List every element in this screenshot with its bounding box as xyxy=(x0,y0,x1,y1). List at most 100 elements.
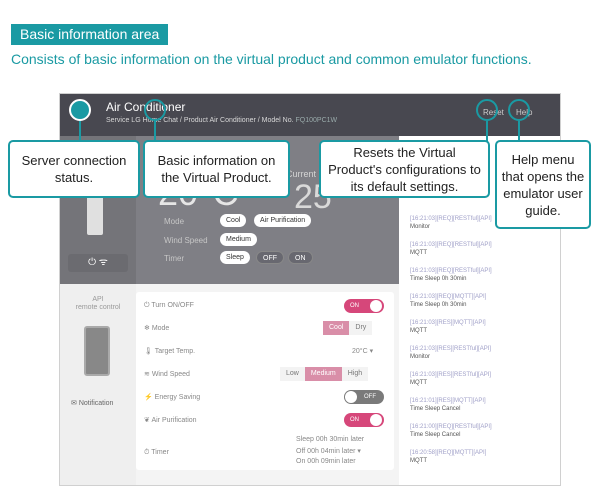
basic-connector xyxy=(154,121,156,141)
phone-remote-icon[interactable] xyxy=(84,326,110,376)
help-connector xyxy=(518,121,520,141)
wind-pill: Medium xyxy=(220,233,257,246)
turn-on-off-label: ⏻ Turn ON/OFF xyxy=(144,302,194,309)
server-connector xyxy=(79,121,81,141)
section-subtitle: Consists of basic information on the vir… xyxy=(11,51,532,67)
timer-off-row[interactable]: Off 00h 04min later ▾ xyxy=(296,447,361,455)
wind-speed-segment[interactable]: Low Medium High xyxy=(280,367,369,381)
air-purification-toggle[interactable]: ON xyxy=(344,413,384,427)
log-message: MQTT xyxy=(410,458,427,464)
timer-off-key: Off xyxy=(296,448,306,455)
log-message: Time Sleep Cancel xyxy=(410,432,461,438)
mode-row-text: Mode xyxy=(151,325,170,332)
air-purification-value: ON xyxy=(350,417,359,423)
wind-speed-row-text: Wind Speed xyxy=(151,371,190,378)
service-label: Service xyxy=(106,117,130,124)
log-message: MQTT xyxy=(410,380,427,386)
wind-option-low[interactable]: Low xyxy=(280,367,305,381)
product-info: Service LG Home Chat / Product Air Condi… xyxy=(106,117,338,124)
turn-on-off-text: Turn ON/OFF xyxy=(151,302,194,309)
target-temp-label: 🌡 Target Temp. xyxy=(144,348,196,355)
basic-callout: Basic information on the Virtual Product… xyxy=(143,140,290,198)
log-message: MQTT xyxy=(410,250,427,256)
turn-on-off-toggle[interactable]: ON xyxy=(344,299,384,313)
timer-row-text: Timer xyxy=(151,449,169,456)
log-timestamp: [16:21:03][REQ][RESTful][API] xyxy=(410,268,492,274)
log-entry: [16:21:03][RES][RESTful][API] MQTT xyxy=(410,371,550,387)
log-timestamp: [16:21:03][RES][RESTful][API] xyxy=(410,372,492,378)
reset-callout: Resets the Virtual Product's configurati… xyxy=(319,140,490,198)
log-timestamp: [16:21:03][REQ][RESTful][API] xyxy=(410,242,492,248)
toggle-knob xyxy=(370,300,382,312)
log-timestamp: [16:21:03][REQ][MQTT][API] xyxy=(410,294,487,300)
log-timestamp: [16:21:03][RES][MQTT][API] xyxy=(410,320,486,326)
mode-option-dry[interactable]: Dry xyxy=(349,321,373,335)
notification-button[interactable]: ✉ Notification xyxy=(71,399,113,407)
notification-label: Notification xyxy=(78,400,114,407)
timer-on-key: On xyxy=(296,458,306,465)
energy-saving-text: Energy Saving xyxy=(154,394,201,401)
log-entry: [16:20:58][REQ][MQTT][API] MQTT xyxy=(410,449,550,465)
toggle-knob xyxy=(345,391,357,403)
log-entry: [16:21:03][REQ][RESTful][API] MQTT xyxy=(410,241,550,257)
mode-row-label: ❄ Mode xyxy=(144,325,170,332)
api-panel xyxy=(60,284,136,485)
log-message: Time Sleep Cancel xyxy=(410,406,461,412)
energy-saving-toggle[interactable]: OFF xyxy=(344,390,384,404)
server-status-marker xyxy=(69,99,91,121)
timer-label: Timer xyxy=(164,254,185,263)
mode-pill-purification: Air Purification xyxy=(254,214,312,227)
wind-option-medium[interactable]: Medium xyxy=(304,367,342,381)
log-timestamp: [16:21:01][RES][MQTT][API] xyxy=(410,398,486,404)
timer-row-label: ⏱ Timer xyxy=(144,449,169,456)
api-label-line1: API xyxy=(92,296,104,303)
timer-pill-off: OFF xyxy=(256,251,284,264)
timer-pill-on: ON xyxy=(288,251,313,264)
api-label: API remote control xyxy=(60,296,136,312)
timer-sleep-key: Sleep xyxy=(296,436,314,443)
mode-option-cool[interactable]: Cool xyxy=(323,321,350,335)
toggle-knob xyxy=(370,414,382,426)
product-label: Product xyxy=(183,117,208,124)
basic-info-marker xyxy=(144,99,166,121)
log-timestamp: [16:21:03][RES][RESTful][API] xyxy=(410,346,492,352)
timer-on-value: 00h 09min later xyxy=(307,458,356,465)
model-value: FQ100PC1W xyxy=(295,117,338,124)
target-temp-text: Target Temp. xyxy=(154,348,196,355)
log-entry: [16:21:01][RES][MQTT][API] Time Sleep Can… xyxy=(410,397,550,413)
api-label-line2: remote control xyxy=(75,304,121,311)
timer-pill-sleep: Sleep xyxy=(220,251,250,264)
energy-saving-label: ⚡ Energy Saving xyxy=(144,394,201,401)
target-temp-value: 20°C xyxy=(352,348,368,355)
server-callout: Server connection status. xyxy=(8,140,140,198)
log-timestamp: [16:20:58][REQ][MQTT][API] xyxy=(410,450,487,456)
wind-option-high[interactable]: High xyxy=(341,367,369,381)
air-purification-text: Air Purification xyxy=(151,417,197,424)
timer-off-value: 00h 04min later xyxy=(307,448,356,455)
mode-label: Mode xyxy=(164,217,185,226)
power-wifi-button[interactable]: ⏻ ᯤ xyxy=(68,254,128,272)
energy-saving-value: OFF xyxy=(364,394,376,400)
air-purification-label: ❦ Air Purification xyxy=(144,417,197,424)
timer-sleep-value: 00h 30min later xyxy=(315,436,365,443)
log-timestamp: [16:21:00][REQ][RESTful][API] xyxy=(410,424,492,430)
log-message: Time Sleep 0h 30min xyxy=(410,276,467,282)
reset-connector xyxy=(486,121,488,141)
wind-speed-row-label: ≋ Wind Speed xyxy=(144,371,190,378)
control-list: ⏻ Turn ON/OFF ON ❄ Mode Cool Dry 🌡 Targe… xyxy=(136,292,394,470)
help-marker xyxy=(508,99,530,121)
log-entry: [16:21:03][REQ][RESTful][API] Time Sleep … xyxy=(410,267,550,283)
log-entry: [16:21:03][RES][MQTT][API] MQTT xyxy=(410,319,550,335)
wind-label: Wind Speed xyxy=(164,236,208,245)
mode-pill-cool: Cool xyxy=(220,214,247,227)
target-temp-select[interactable]: 20°C ▾ xyxy=(352,347,373,355)
product-value: Air Conditioner xyxy=(209,117,256,124)
timer-on-row: On 00h 09min later xyxy=(296,458,356,465)
log-entry: [16:21:03][RES][RESTful][API] Monitor xyxy=(410,345,550,361)
log-message: Time Sleep 0h 30min xyxy=(410,302,467,308)
mode-segment[interactable]: Cool Dry xyxy=(323,321,373,335)
turn-on-off-value: ON xyxy=(350,303,359,309)
log-message: Monitor xyxy=(410,354,431,360)
timer-sleep-row: Sleep 00h 30min later xyxy=(296,436,364,443)
reset-marker xyxy=(476,99,498,121)
